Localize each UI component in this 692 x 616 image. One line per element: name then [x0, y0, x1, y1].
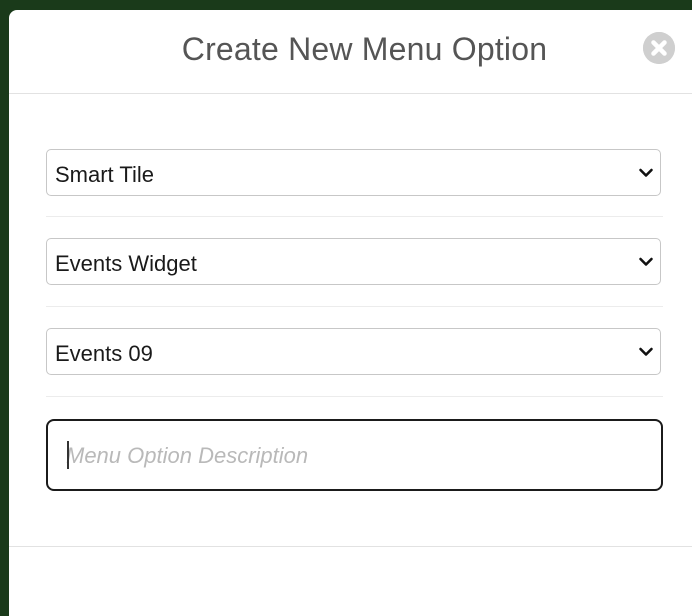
item-select-row: Events 09 — [46, 328, 663, 375]
dialog-title: Create New Menu Option — [181, 31, 548, 67]
create-menu-option-dialog: Create New Menu Option Smart Tile Events… — [9, 10, 692, 616]
widget-select-row: Events Widget — [46, 238, 663, 285]
widget-select-value: Events Widget — [55, 251, 197, 276]
item-select[interactable]: Events 09 — [46, 328, 661, 375]
close-circle-icon — [643, 32, 675, 64]
item-select-value: Events 09 — [55, 341, 153, 366]
type-select-row: Smart Tile — [46, 149, 663, 196]
dialog-footer-divider — [9, 546, 692, 547]
dialog-header: Create New Menu Option — [9, 10, 692, 94]
type-select[interactable]: Smart Tile — [46, 149, 661, 196]
chevron-down-icon — [639, 257, 653, 266]
separator — [46, 306, 663, 307]
close-button[interactable] — [643, 32, 675, 64]
type-select-value: Smart Tile — [55, 162, 155, 187]
text-caret — [67, 441, 69, 469]
separator — [46, 396, 663, 397]
chevron-down-icon — [639, 168, 653, 177]
menu-option-description-input[interactable] — [66, 439, 646, 473]
widget-select[interactable]: Events Widget — [46, 238, 661, 285]
chevron-down-icon — [639, 347, 653, 356]
separator — [46, 216, 663, 217]
description-field-wrapper — [46, 419, 663, 491]
